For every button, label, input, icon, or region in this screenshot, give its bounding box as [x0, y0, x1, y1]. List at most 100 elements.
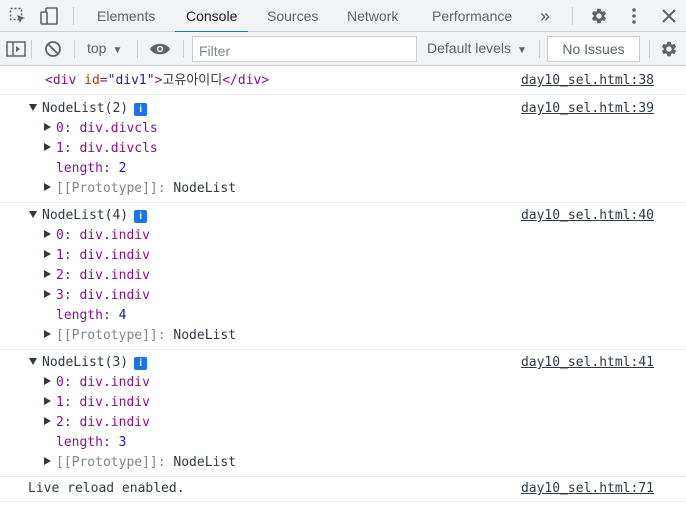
console-sidebar-icon[interactable]	[4, 37, 28, 61]
close-icon[interactable]	[657, 4, 681, 28]
log-levels-dropdown[interactable]: Default levels ▼	[427, 40, 527, 56]
inspect-element-icon[interactable]	[6, 4, 30, 28]
prototype-property[interactable]: [[Prototype]]: NodeList	[44, 453, 236, 473]
tab-console[interactable]: Console	[174, 0, 249, 33]
item-value: div.divcls	[79, 121, 158, 136]
expand-triangle-icon	[44, 123, 51, 131]
list-item[interactable]: 0: div.divcls	[44, 119, 158, 139]
tag-close: </div>	[222, 73, 270, 88]
collapse-triangle-icon	[29, 104, 37, 111]
expand-triangle-icon	[44, 270, 51, 278]
toolbar-separator	[137, 40, 138, 58]
source-link[interactable]: day10_sel.html:38	[521, 71, 654, 91]
item-value: div.indiv	[79, 248, 150, 263]
tab-network[interactable]: Network	[347, 0, 398, 32]
expand-triangle-icon	[44, 397, 51, 405]
expand-triangle-icon	[44, 417, 51, 425]
more-vert-icon[interactable]	[622, 4, 646, 28]
expand-triangle-icon	[44, 250, 51, 258]
item-value: div.indiv	[79, 395, 150, 410]
expand-triangle-icon	[44, 377, 51, 385]
nodelist-header[interactable]: NodeList(4) i	[29, 206, 148, 226]
element-node[interactable]: <div id="div1">고유아이디</div>	[45, 71, 269, 91]
info-icon[interactable]: i	[134, 357, 148, 370]
source-link[interactable]: day10_sel.html:41	[521, 353, 654, 373]
list-item[interactable]: 0: div.indiv	[44, 373, 150, 393]
source-link[interactable]: day10_sel.html:71	[521, 479, 654, 499]
console-message-element: <div id="div1">고유아이디</div> day10_sel.htm…	[0, 68, 686, 95]
tag-open: <div	[45, 73, 85, 88]
element-text: 고유아이디	[162, 73, 223, 88]
dropdown-arrow-icon: ▼	[517, 45, 527, 56]
prototype-property[interactable]: [[Prototype]]: NodeList	[44, 179, 236, 199]
console-settings-icon[interactable]	[657, 37, 681, 61]
source-link[interactable]: day10_sel.html:40	[521, 206, 654, 226]
collapse-triangle-icon	[29, 358, 37, 365]
tab-performance[interactable]: Performance	[432, 0, 512, 32]
item-key: 0:	[56, 228, 72, 243]
attr-eq: =	[99, 73, 108, 88]
item-value: div.indiv	[79, 375, 150, 390]
clear-console-icon[interactable]	[41, 37, 65, 61]
nodelist-header[interactable]: NodeList(3) i	[29, 353, 148, 373]
context-label: top	[87, 40, 107, 56]
expand-triangle-icon	[44, 183, 51, 191]
source-link[interactable]: day10_sel.html:39	[521, 99, 654, 119]
list-item[interactable]: 2: div.indiv	[44, 413, 150, 433]
item-key: 0:	[56, 375, 72, 390]
list-item[interactable]: 3: div.indiv	[44, 286, 150, 306]
list-item[interactable]: 1: div.divcls	[44, 139, 158, 159]
tab-sources[interactable]: Sources	[267, 0, 318, 32]
item-value: div.indiv	[79, 268, 150, 283]
nodelist-title: NodeList(3)	[42, 355, 129, 370]
more-tabs-button[interactable]: »	[540, 0, 550, 32]
tabbar-separator	[572, 7, 573, 25]
console-message-nodelist: NodeList(2) i day10_sel.html:39 0: div.di…	[0, 96, 686, 203]
expand-triangle-icon	[44, 330, 51, 338]
prototype-property[interactable]: [[Prototype]]: NodeList	[44, 326, 236, 346]
attr-name: id	[84, 73, 100, 88]
length-property: length: 2	[56, 159, 126, 179]
nodelist-header[interactable]: NodeList(2) i	[29, 99, 148, 119]
list-item[interactable]: 1: div.indiv	[44, 393, 150, 413]
console-toolbar: top ▼ Filter Default levels ▼ No Issues	[0, 32, 686, 66]
live-expression-icon[interactable]	[148, 37, 172, 61]
toolbar-separator	[31, 40, 32, 58]
dropdown-arrow-icon: ▼	[112, 45, 123, 56]
device-toolbar-icon[interactable]	[38, 4, 62, 28]
prototype-key: [[Prototype]]:	[56, 455, 166, 470]
item-value: div.indiv	[79, 415, 150, 430]
nodelist-title: NodeList(2)	[42, 101, 129, 116]
list-item[interactable]: 2: div.indiv	[44, 266, 150, 286]
issues-button[interactable]: No Issues	[547, 36, 640, 62]
toolbar-separator	[183, 40, 184, 58]
console-message-nodelist: NodeList(4) i day10_sel.html:40 0: div.in…	[0, 203, 686, 350]
collapse-triangle-icon	[29, 211, 37, 218]
toolbar-separator	[74, 40, 75, 58]
item-value: div.indiv	[79, 288, 150, 303]
list-item[interactable]: 1: div.indiv	[44, 246, 150, 266]
info-icon[interactable]: i	[134, 210, 148, 223]
list-item[interactable]: 0: div.indiv	[44, 226, 150, 246]
expand-triangle-icon	[44, 457, 51, 465]
expand-triangle-icon	[44, 230, 51, 238]
item-key: 1:	[56, 395, 72, 410]
item-value: div.indiv	[79, 228, 150, 243]
item-key: 1:	[56, 248, 72, 263]
expand-triangle-icon	[44, 143, 51, 151]
context-selector[interactable]: top ▼	[87, 40, 122, 56]
prototype-value: NodeList	[173, 181, 237, 196]
toolbar-separator	[649, 40, 650, 58]
item-key: 3:	[56, 288, 72, 303]
settings-gear-icon[interactable]	[587, 4, 611, 28]
toolbar-separator	[539, 40, 540, 58]
expand-triangle-icon	[44, 290, 51, 298]
filter-input[interactable]: Filter	[192, 36, 417, 62]
item-key: 2:	[56, 268, 72, 283]
item-key: 1:	[56, 141, 72, 156]
length-value: 2	[118, 161, 127, 176]
prototype-value: NodeList	[173, 328, 237, 343]
info-icon[interactable]: i	[134, 103, 148, 116]
length-value: 3	[118, 435, 127, 450]
tab-elements[interactable]: Elements	[97, 0, 155, 32]
